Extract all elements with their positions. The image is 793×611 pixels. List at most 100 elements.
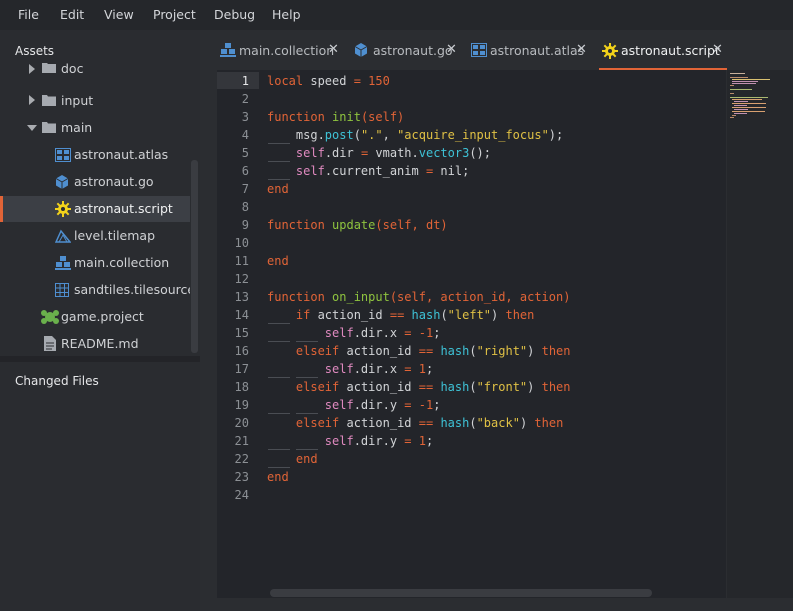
tree-item-astronaut-script[interactable]: astronaut.script	[0, 196, 190, 222]
line-number: 8	[241, 200, 249, 214]
code-line-16: elseif action_id == hash("right") then	[295, 344, 571, 358]
line-number: 7	[241, 182, 249, 196]
indent-guide	[268, 143, 290, 144]
minimap-line	[732, 81, 758, 82]
line-number: 4	[241, 128, 249, 142]
minimap-line	[730, 97, 768, 98]
tab-astronaut-atlas[interactable]: astronaut.atlas ✕	[471, 40, 591, 70]
tab-astronaut-go[interactable]: astronaut.go ✕	[354, 40, 458, 70]
menu-edit[interactable]: Edit	[60, 7, 84, 22]
minimap-line	[732, 83, 756, 84]
line-number: 19	[234, 398, 249, 412]
line-number: 14	[234, 308, 249, 322]
tree-item-input[interactable]: input	[0, 88, 190, 114]
line-number: 20	[234, 416, 249, 430]
line-number: 5	[241, 146, 249, 160]
line-number: 9	[241, 218, 249, 232]
minimap-line	[734, 101, 748, 102]
tree-item-sandtiles-tilesource[interactable]: sandtiles.tilesource	[0, 277, 190, 303]
line-number: 24	[234, 488, 249, 502]
tilemap-icon	[54, 229, 72, 245]
tree-item-astronaut-atlas[interactable]: astronaut.atlas	[0, 142, 190, 168]
close-icon[interactable]: ✕	[576, 42, 587, 57]
code-minimap[interactable]	[727, 70, 793, 598]
tree-item-label: input	[61, 93, 94, 108]
assets-panel-title: Assets	[15, 44, 55, 58]
tree-item-main-collection[interactable]: main.collection	[0, 250, 190, 276]
line-number: 6	[241, 164, 249, 178]
chevron-right-icon[interactable]	[28, 95, 38, 105]
code-line-9: function update(self, dt)	[267, 218, 448, 232]
indent-guide	[268, 467, 290, 468]
indent-guide	[296, 449, 318, 450]
code-line-4: msg.post(".", "acquire_input_focus");	[267, 128, 564, 142]
minimap-line	[732, 115, 736, 116]
game-project-icon	[41, 309, 59, 325]
minimap-line	[730, 93, 734, 94]
editor-tab-bar: main.collection ✕ astronaut.go ✕ astrona…	[200, 30, 793, 70]
line-number: 1	[241, 74, 249, 88]
menu-file[interactable]: File	[18, 7, 39, 22]
tree-item-readme[interactable]: README.md	[0, 331, 190, 356]
code-line-21: self.dir.y = 1;	[324, 434, 434, 448]
document-icon	[44, 336, 60, 352]
line-number: 13	[234, 290, 249, 304]
tree-item-doc[interactable]: doc	[0, 60, 190, 85]
tab-main-collection[interactable]: main.collection ✕	[220, 40, 340, 70]
folder-icon	[42, 95, 58, 111]
code-line-15: self.dir.x = -1;	[324, 326, 441, 340]
tab-astronaut-script[interactable]: astronaut.script ✕	[602, 40, 727, 70]
code-line-17: self.dir.x = 1;	[324, 362, 434, 376]
minimap-line	[732, 107, 766, 108]
editor-bottom-strip	[200, 598, 793, 611]
tree-item-astronaut-go[interactable]: astronaut.go	[0, 169, 190, 195]
code-line-3: function init(self)	[267, 110, 405, 124]
minimap-line	[732, 103, 766, 104]
folder-icon	[42, 61, 58, 77]
indent-guide	[296, 341, 318, 342]
code-line-13: function on_input(self, action_id, actio…	[267, 290, 571, 304]
line-number: 12	[234, 272, 249, 286]
line-number: 10	[234, 236, 249, 250]
code-line-6: self.current_anim = nil;	[295, 164, 470, 178]
indent-guide	[268, 341, 290, 342]
tree-item-level-tilemap[interactable]: level.tilemap	[0, 223, 190, 249]
chevron-down-icon[interactable]	[27, 124, 37, 134]
tree-item-game-project[interactable]: game.project	[0, 304, 190, 330]
menu-bar: File Edit View Project Debug Help	[0, 0, 793, 30]
code-line-7: end	[267, 182, 289, 196]
tab-label: astronaut.go	[373, 43, 453, 58]
line-number: 18	[234, 380, 249, 394]
game-object-icon	[354, 43, 370, 59]
assets-tree: doc input main astronaut.atlas astronaut…	[0, 60, 190, 356]
close-icon[interactable]: ✕	[446, 42, 457, 57]
horizontal-scrollbar[interactable]	[270, 589, 652, 597]
tree-item-label: game.project	[61, 309, 144, 324]
chevron-right-icon[interactable]	[28, 64, 38, 74]
minimap-line	[732, 99, 762, 100]
tree-item-label: main	[61, 120, 93, 135]
atlas-icon	[55, 148, 71, 164]
close-icon[interactable]: ✕	[328, 42, 339, 57]
minimap-line	[730, 117, 734, 118]
minimap-line	[732, 111, 765, 112]
minimap-line	[730, 73, 745, 74]
menu-project[interactable]: Project	[153, 7, 196, 22]
code-line-23: end	[267, 470, 289, 484]
tree-item-main[interactable]: main	[0, 115, 190, 141]
menu-help[interactable]: Help	[272, 7, 301, 22]
tab-label: main.collection	[239, 43, 335, 58]
indent-guide	[268, 413, 290, 414]
code-line-11: end	[267, 254, 289, 268]
minimap-line	[734, 109, 748, 110]
menu-debug[interactable]: Debug	[214, 7, 255, 22]
tree-item-label: main.collection	[74, 255, 170, 270]
panel-divider[interactable]	[0, 356, 200, 362]
assets-scrollbar[interactable]	[191, 160, 198, 353]
menu-view[interactable]: View	[104, 7, 134, 22]
tab-label: astronaut.script	[621, 43, 720, 58]
close-icon[interactable]: ✕	[712, 42, 723, 57]
tree-item-label: level.tilemap	[74, 228, 156, 243]
line-number: 3	[241, 110, 249, 124]
minimap-line	[732, 79, 770, 80]
